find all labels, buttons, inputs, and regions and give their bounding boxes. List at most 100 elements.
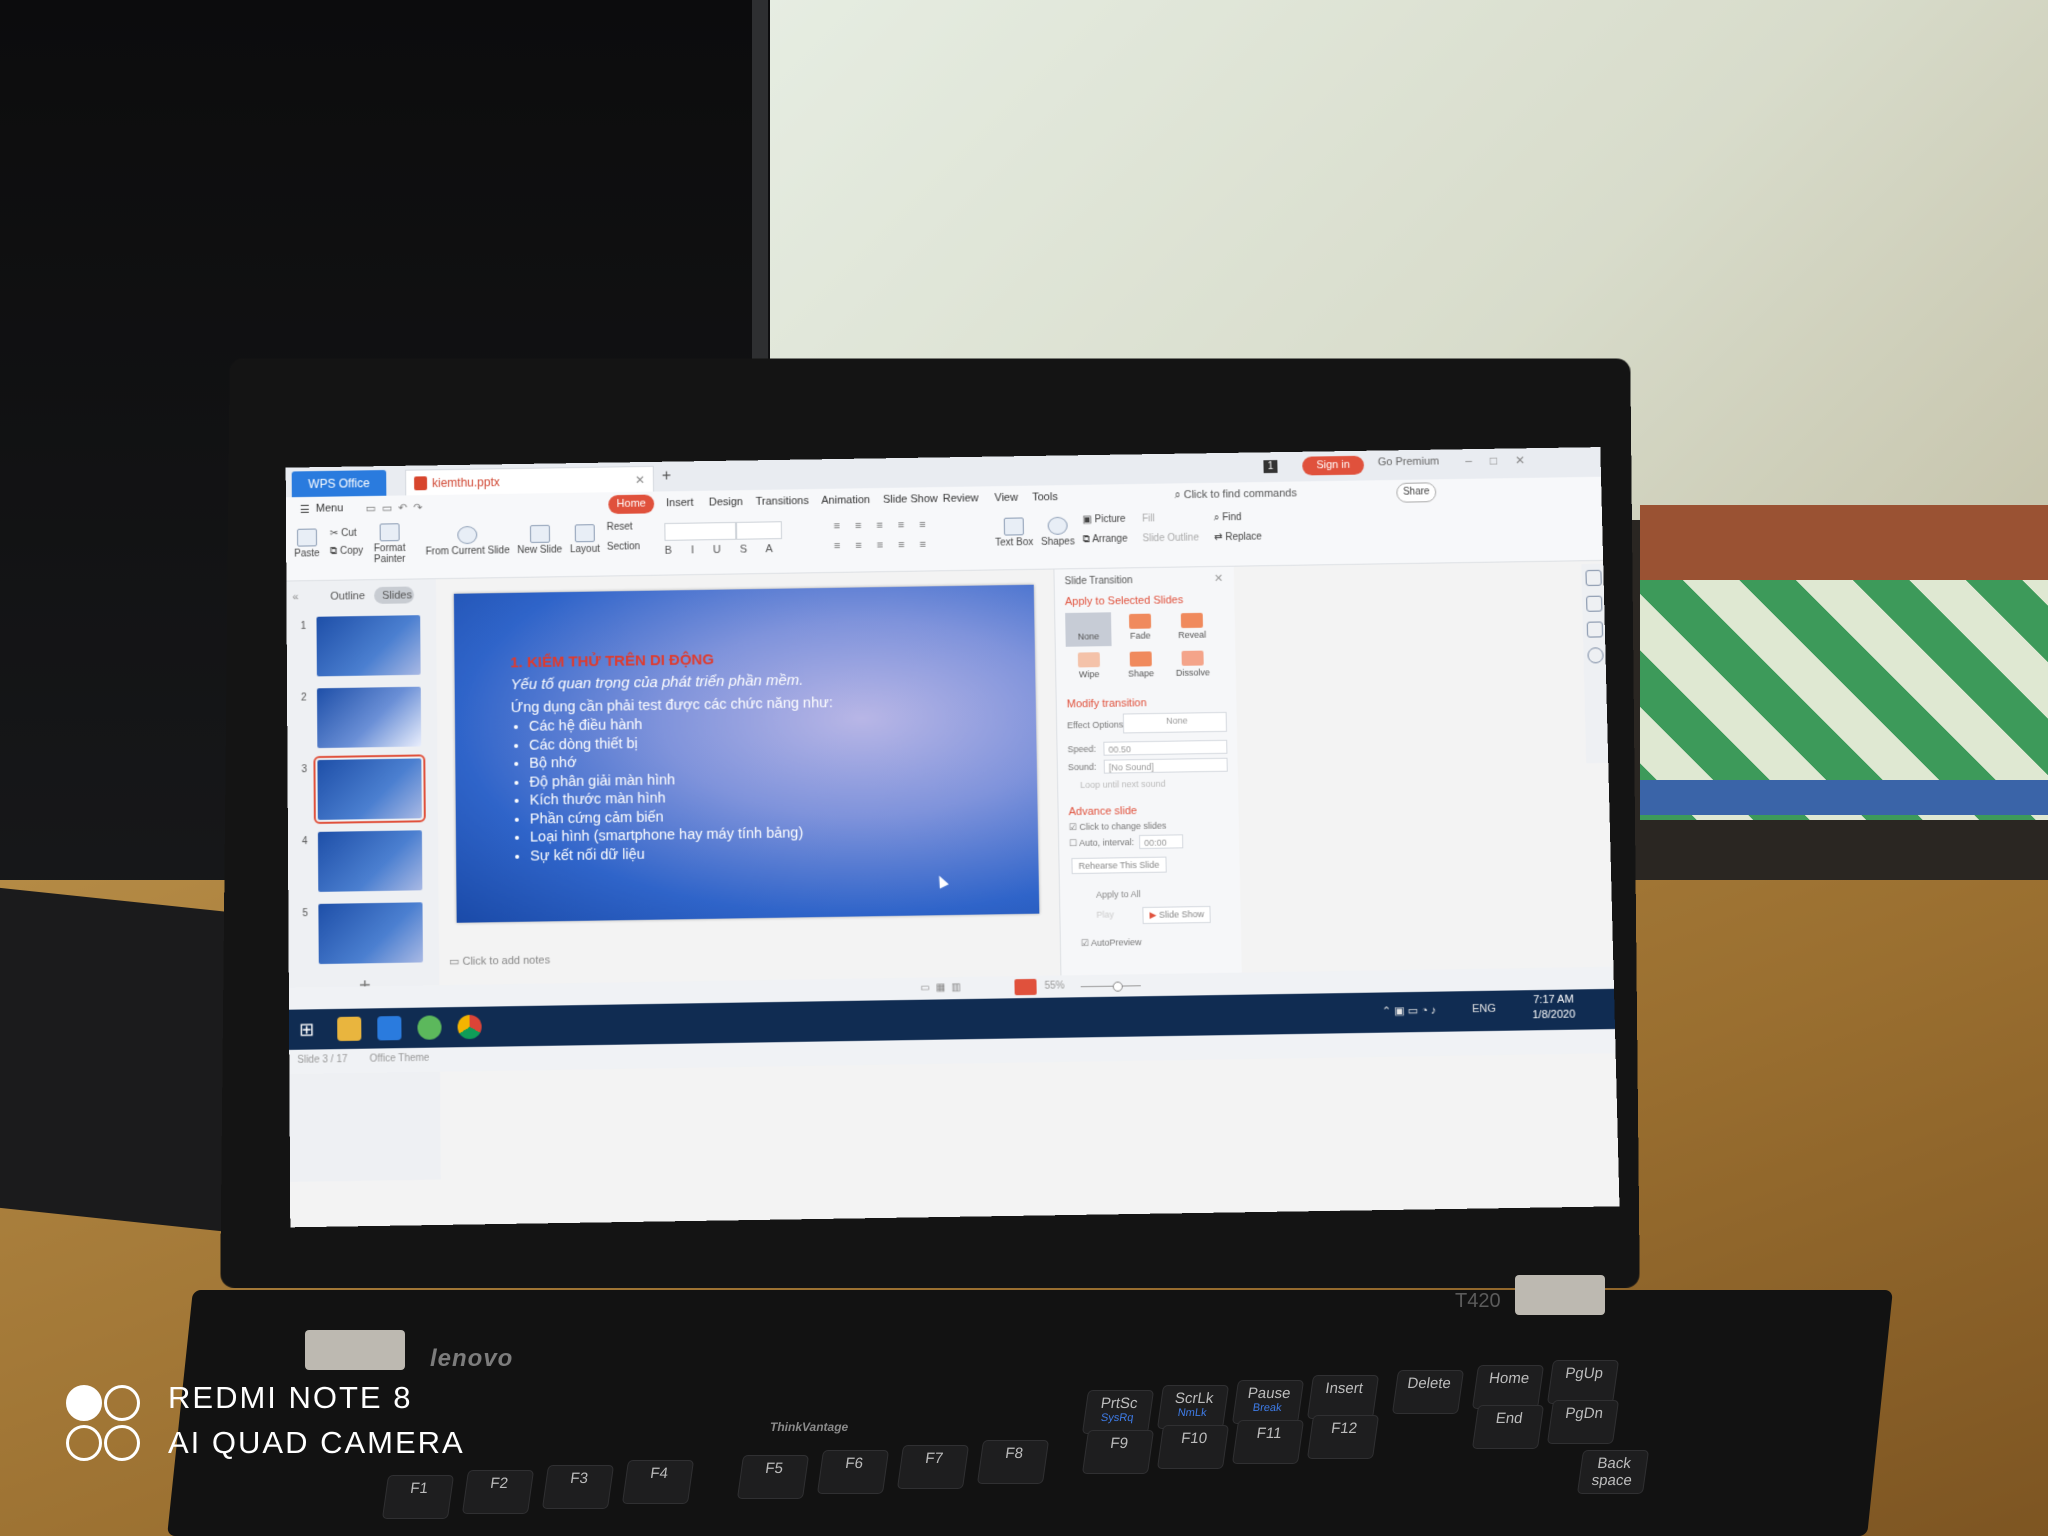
transition-shape[interactable]: Shape bbox=[1118, 649, 1165, 684]
copy-button[interactable]: ⧉ Copy bbox=[330, 546, 363, 557]
windows-start-icon[interactable]: ⊞ bbox=[299, 1017, 323, 1041]
document-tab[interactable]: kiemthu.pptx ✕ bbox=[405, 465, 655, 496]
zoom-slider-track[interactable] bbox=[1080, 985, 1141, 988]
tab-review[interactable]: Review bbox=[943, 492, 979, 504]
find-button[interactable]: ⌕ Find bbox=[1214, 512, 1242, 523]
wps-office-tab[interactable]: WPS Office bbox=[291, 470, 387, 498]
tab-tools[interactable]: Tools bbox=[1032, 491, 1058, 503]
history-icon[interactable] bbox=[1587, 647, 1604, 664]
slide-thumbnail-4[interactable] bbox=[317, 830, 423, 892]
clock-time: 7:17 AM bbox=[1533, 993, 1574, 1007]
effect-options-dropdown[interactable]: None bbox=[1122, 711, 1227, 734]
layout-button[interactable]: Layout bbox=[570, 524, 600, 555]
transition-wipe[interactable]: Wipe bbox=[1066, 650, 1112, 685]
picture-icon: ▣ bbox=[1082, 514, 1095, 526]
cut-button[interactable]: ✂ Cut bbox=[330, 528, 357, 539]
arrange-button[interactable]: ⧉ Arrange bbox=[1083, 534, 1128, 546]
settings-panel-icon[interactable] bbox=[1586, 621, 1604, 638]
auto-interval-input[interactable]: 00:00 bbox=[1139, 834, 1184, 850]
alignment-buttons[interactable]: ≡ ≡ ≡ ≡ ≡ bbox=[834, 539, 932, 552]
paste-button[interactable]: Paste bbox=[294, 528, 320, 560]
slide-thumbnail-5[interactable] bbox=[318, 902, 423, 965]
wps-writer-icon[interactable] bbox=[377, 1015, 402, 1041]
new-slide-button[interactable]: New Slide bbox=[517, 524, 562, 556]
speed-stepper[interactable]: 00.50 bbox=[1103, 739, 1228, 756]
text-box-button[interactable]: Text Box bbox=[995, 517, 1033, 549]
collapse-pane-icon[interactable]: « bbox=[292, 591, 298, 603]
notification-badge[interactable]: 1 bbox=[1263, 460, 1278, 474]
tab-home[interactable]: Home bbox=[608, 494, 655, 515]
slide-show-button[interactable]: ▶ Slide Show bbox=[1142, 905, 1212, 925]
tray-icons[interactable]: ⌃ ▣ ▭ ◔ ♪ bbox=[1382, 1004, 1437, 1018]
view-mode-buttons[interactable]: ▭▦▥ bbox=[920, 982, 967, 994]
menu-icon[interactable]: ☰ bbox=[300, 503, 310, 516]
zoom-slider-handle[interactable] bbox=[1112, 981, 1123, 992]
sign-in-button[interactable]: Sign in bbox=[1302, 455, 1365, 476]
paragraph-buttons[interactable]: ≡ ≡ ≡ ≡ ≡ bbox=[834, 519, 932, 532]
font-name-dropdown[interactable] bbox=[664, 521, 737, 541]
from-current-slide-button[interactable]: From Current Slide bbox=[425, 525, 510, 558]
share-button[interactable]: Share bbox=[1396, 482, 1437, 503]
new-tab-button[interactable]: + bbox=[662, 468, 672, 486]
slide-bullet-list[interactable]: Các hệ điều hành Các dòng thiết bị Bộ nh… bbox=[511, 714, 804, 866]
system-clock[interactable]: 7:17 AM 1/8/2020 bbox=[1532, 992, 1576, 1023]
go-premium-link[interactable]: Go Premium bbox=[1378, 456, 1440, 469]
loop-until-next-sound[interactable]: Loop until next sound bbox=[1080, 779, 1166, 790]
auto-interval-checkbox[interactable]: ☐ Auto, interval: bbox=[1069, 837, 1134, 849]
animation-panel-icon[interactable] bbox=[1586, 595, 1603, 612]
file-explorer-icon[interactable] bbox=[337, 1016, 362, 1042]
section-button[interactable]: Section bbox=[607, 541, 640, 552]
slide-title[interactable]: 1. KIỂM THỬ TRÊN DI ĐỘNG bbox=[510, 651, 714, 671]
sound-dropdown[interactable]: [No Sound] bbox=[1103, 757, 1228, 774]
format-painter-button[interactable]: Format Painter bbox=[374, 523, 406, 565]
slideshow-play-button[interactable] bbox=[1014, 978, 1037, 996]
on-click-checkbox[interactable]: ☑ Click to change slides bbox=[1069, 821, 1167, 834]
slide-outline-button[interactable]: Slide Outline bbox=[1142, 533, 1199, 545]
transition-panel-icon[interactable] bbox=[1585, 569, 1602, 586]
slide-canvas[interactable]: 1. KIỂM THỬ TRÊN DI ĐỘNG Yếu tố quan trọ… bbox=[453, 584, 1040, 923]
font-style-buttons[interactable]: B I U S A bbox=[665, 543, 781, 557]
shapes-button[interactable]: Shapes bbox=[1041, 516, 1075, 548]
chrome-icon[interactable] bbox=[457, 1014, 482, 1040]
play-button[interactable]: Play bbox=[1090, 907, 1120, 921]
transition-reveal[interactable]: Reveal bbox=[1169, 611, 1216, 645]
autopreview-checkbox[interactable]: ☑ AutoPreview bbox=[1081, 937, 1142, 949]
key-sublabel: SysRq bbox=[1100, 1412, 1135, 1424]
find-commands-search[interactable]: ⌕ Click to find commands bbox=[1174, 487, 1297, 502]
rehearse-button[interactable]: Rehearse This Slide bbox=[1071, 856, 1167, 875]
slide-thumbnail-3[interactable] bbox=[313, 754, 426, 825]
font-size-dropdown[interactable] bbox=[736, 521, 783, 540]
transition-fade[interactable]: Fade bbox=[1117, 611, 1163, 645]
reset-button[interactable]: Reset bbox=[607, 522, 633, 533]
zoom-level[interactable]: 55% bbox=[1044, 980, 1064, 991]
tab-animation[interactable]: Animation bbox=[821, 494, 870, 507]
tab-view[interactable]: View bbox=[994, 492, 1018, 504]
external-keyboard bbox=[0, 887, 230, 1233]
find-commands-label: Click to find commands bbox=[1183, 487, 1297, 502]
language-indicator[interactable]: ENG bbox=[1472, 1003, 1496, 1015]
slides-tab[interactable]: Slides bbox=[382, 589, 412, 601]
tab-design[interactable]: Design bbox=[709, 496, 743, 508]
app-icon[interactable] bbox=[417, 1015, 442, 1040]
close-tab-icon[interactable]: ✕ bbox=[635, 467, 645, 493]
key-label: F5 bbox=[764, 1460, 785, 1477]
slide-thumbnail-1[interactable] bbox=[316, 615, 421, 677]
apply-to-all-button[interactable]: Apply to All bbox=[1090, 887, 1147, 902]
tab-transitions[interactable]: Transitions bbox=[756, 495, 809, 508]
close-pane-icon[interactable]: ✕ bbox=[1214, 572, 1223, 585]
tab-slide-show[interactable]: Slide Show bbox=[883, 493, 938, 506]
fill-button[interactable]: Fill bbox=[1142, 513, 1155, 524]
slide-number: 4 bbox=[301, 836, 308, 848]
outline-tab[interactable]: Outline bbox=[330, 590, 365, 602]
notes-area[interactable]: ▭ Click to add notes bbox=[449, 953, 550, 968]
slide-subtitle[interactable]: Yếu tố quan trọng của phát triển phần mề… bbox=[510, 672, 803, 693]
slide-thumbnail-2[interactable] bbox=[316, 686, 422, 749]
transition-none[interactable]: None bbox=[1065, 612, 1112, 647]
picture-button[interactable]: ▣ Picture bbox=[1082, 514, 1125, 526]
quick-access-icons[interactable]: ▭▭↶↷ bbox=[366, 501, 429, 515]
tab-insert[interactable]: Insert bbox=[666, 497, 694, 509]
menu-button[interactable]: Menu bbox=[316, 502, 343, 514]
window-controls[interactable]: –□✕ bbox=[1465, 453, 1543, 468]
transition-dissolve[interactable]: Dissolve bbox=[1170, 648, 1217, 683]
replace-button[interactable]: ⇄ Replace bbox=[1214, 532, 1262, 544]
